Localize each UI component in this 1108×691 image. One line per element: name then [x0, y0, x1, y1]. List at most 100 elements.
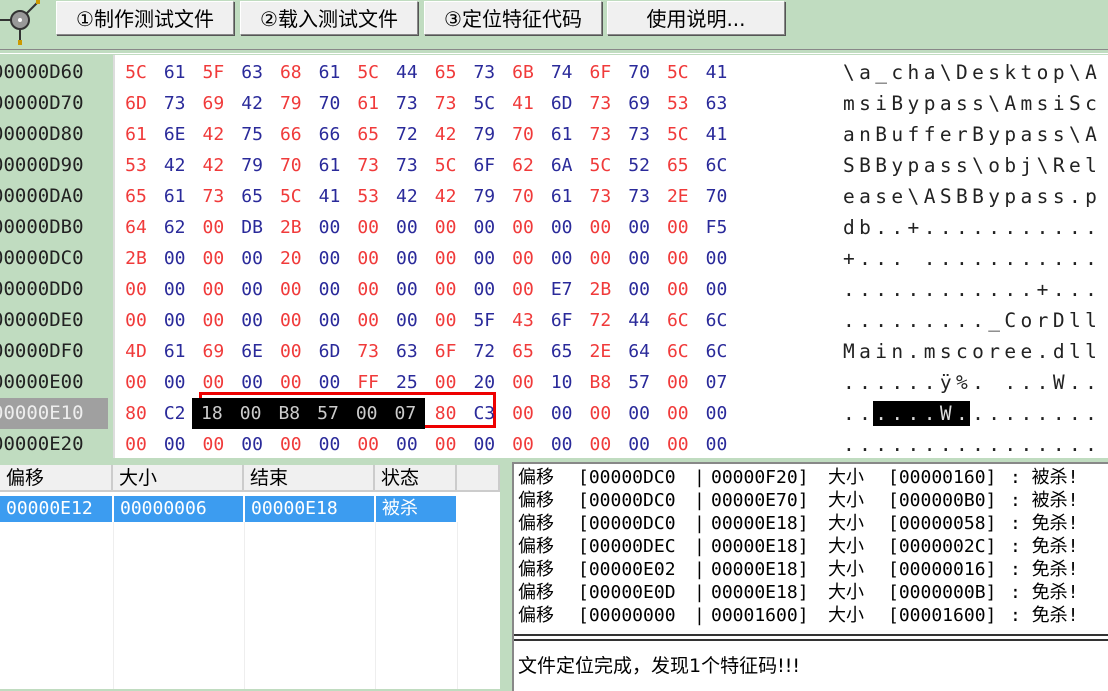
hex-byte[interactable]: 00: [119, 274, 153, 305]
hex-byte[interactable]: 73: [622, 119, 656, 150]
hex-byte[interactable]: 00: [235, 305, 269, 336]
hex-byte[interactable]: 00: [506, 398, 540, 429]
hex-byte[interactable]: 00: [429, 274, 463, 305]
hex-byte[interactable]: 79: [467, 181, 501, 212]
hex-byte[interactable]: 00: [158, 243, 192, 274]
hex-byte[interactable]: DB: [235, 212, 269, 243]
hex-byte[interactable]: 18: [192, 398, 232, 429]
hex-byte[interactable]: 79: [467, 119, 501, 150]
hex-byte[interactable]: 73: [196, 181, 230, 212]
hex-byte[interactable]: 00: [274, 305, 308, 336]
hex-byte[interactable]: C2: [158, 398, 192, 429]
hex-byte[interactable]: 00: [661, 429, 695, 458]
hex-byte[interactable]: 2E: [661, 181, 695, 212]
hex-row[interactable]: 00000D70 6D 73 69 42 79 70 61 73 73 5C 41 6D 73 69 53 63…: [0, 88, 1108, 119]
ascii-text[interactable]: +... ...........: [843, 243, 1101, 274]
hex-byte[interactable]: 73: [390, 88, 424, 119]
hex-byte[interactable]: 00: [583, 243, 617, 274]
hex-byte[interactable]: 6C: [700, 150, 734, 181]
hex-byte[interactable]: 00: [429, 367, 463, 398]
hex-byte[interactable]: 57: [622, 367, 656, 398]
hex-byte[interactable]: 66: [313, 119, 347, 150]
cell-size[interactable]: 00000006: [114, 496, 243, 522]
ascii-text[interactable]: ......W.........: [843, 398, 1101, 429]
hex-byte[interactable]: 00: [622, 243, 656, 274]
hex-byte[interactable]: 69: [196, 88, 230, 119]
hex-byte[interactable]: 61: [313, 150, 347, 181]
hex-byte[interactable]: 61: [313, 57, 347, 88]
hex-byte[interactable]: 5C: [661, 119, 695, 150]
hex-byte[interactable]: 00: [235, 429, 269, 458]
hex-byte[interactable]: 6C: [700, 336, 734, 367]
ascii-text[interactable]: anBufferBypass\A: [843, 119, 1101, 150]
hex-byte[interactable]: FF: [351, 367, 385, 398]
hex-byte[interactable]: 70: [700, 181, 734, 212]
hex-byte[interactable]: 5C: [661, 57, 695, 88]
hex-byte[interactable]: 00: [467, 274, 501, 305]
hex-byte[interactable]: 2B: [274, 212, 308, 243]
ascii-text[interactable]: \a_cha\Desktop\A: [843, 57, 1101, 88]
hex-byte[interactable]: 41: [506, 88, 540, 119]
hex-byte[interactable]: B8: [269, 398, 309, 429]
hex-byte[interactable]: 65: [506, 336, 540, 367]
hex-byte[interactable]: 00: [235, 243, 269, 274]
hex-byte[interactable]: 73: [429, 88, 463, 119]
hex-byte[interactable]: 79: [235, 150, 269, 181]
hex-byte[interactable]: 73: [622, 181, 656, 212]
hex-byte[interactable]: 5C: [429, 150, 463, 181]
hex-byte[interactable]: 00: [119, 429, 153, 458]
hex-byte[interactable]: 65: [235, 181, 269, 212]
hex-byte[interactable]: 80: [429, 398, 463, 429]
hex-byte[interactable]: 00: [506, 429, 540, 458]
hex-byte[interactable]: 25: [390, 367, 424, 398]
hex-byte[interactable]: 6D: [119, 88, 153, 119]
hex-byte[interactable]: 5C: [467, 88, 501, 119]
ascii-text[interactable]: ........._CorDll: [843, 305, 1101, 336]
hex-byte[interactable]: 61: [158, 57, 192, 88]
hex-byte[interactable]: 61: [158, 336, 192, 367]
hex-byte[interactable]: 41: [313, 181, 347, 212]
hex-byte[interactable]: 41: [700, 119, 734, 150]
hex-byte[interactable]: 44: [390, 57, 424, 88]
hex-byte[interactable]: 63: [700, 88, 734, 119]
hex-byte[interactable]: 00: [158, 274, 192, 305]
hex-byte[interactable]: 53: [661, 88, 695, 119]
hex-byte[interactable]: 00: [274, 367, 308, 398]
col-header-size[interactable]: 大小: [113, 465, 244, 492]
hex-byte[interactable]: 42: [196, 150, 230, 181]
hex-byte[interactable]: 73: [390, 150, 424, 181]
ascii-text[interactable]: ................: [843, 429, 1101, 458]
hex-byte[interactable]: 00: [347, 398, 387, 429]
hex-byte[interactable]: 73: [583, 181, 617, 212]
hex-byte[interactable]: 00: [622, 429, 656, 458]
hex-byte[interactable]: 69: [622, 88, 656, 119]
hex-byte[interactable]: 72: [467, 336, 501, 367]
hex-byte[interactable]: 5C: [351, 57, 385, 88]
hex-byte[interactable]: 6F: [429, 336, 463, 367]
ascii-text[interactable]: ......ÿ%. ...W..: [843, 367, 1101, 398]
hex-row[interactable]: 00000E00 00 00 00 00 00 00 FF 25 00 20 00 10 B8 57 00 07…: [0, 367, 1108, 398]
hex-byte[interactable]: 00: [158, 305, 192, 336]
hex-byte[interactable]: 00: [583, 398, 617, 429]
cell-offset[interactable]: 00000E12: [0, 496, 112, 522]
hex-byte[interactable]: 64: [119, 212, 153, 243]
hex-byte[interactable]: 65: [429, 57, 463, 88]
hex-byte[interactable]: 6C: [661, 336, 695, 367]
hex-byte[interactable]: 42: [390, 181, 424, 212]
hex-byte[interactable]: 61: [119, 119, 153, 150]
hex-byte[interactable]: 61: [545, 119, 579, 150]
hex-byte[interactable]: 00: [313, 367, 347, 398]
hex-byte[interactable]: 00: [506, 274, 540, 305]
hex-byte[interactable]: E7: [545, 274, 579, 305]
hex-byte[interactable]: 00: [390, 212, 424, 243]
hex-byte[interactable]: 66: [274, 119, 308, 150]
hex-byte[interactable]: F5: [700, 212, 734, 243]
hex-byte[interactable]: 61: [158, 181, 192, 212]
hex-byte[interactable]: 6F: [545, 305, 579, 336]
hex-byte[interactable]: 52: [622, 150, 656, 181]
hex-byte[interactable]: 00: [506, 243, 540, 274]
hex-byte[interactable]: 00: [429, 212, 463, 243]
hex-byte[interactable]: 00: [390, 429, 424, 458]
hex-row[interactable]: 00000E10 80 C2 18 00 B8 57 00 07 80 C3 00 00 00 00 00 00…: [0, 398, 1108, 429]
hex-row[interactable]: 00000D60 5C 61 5F 63 68 61 5C 44 65 73 6B 74 6F 70 5C 41…: [0, 57, 1108, 88]
